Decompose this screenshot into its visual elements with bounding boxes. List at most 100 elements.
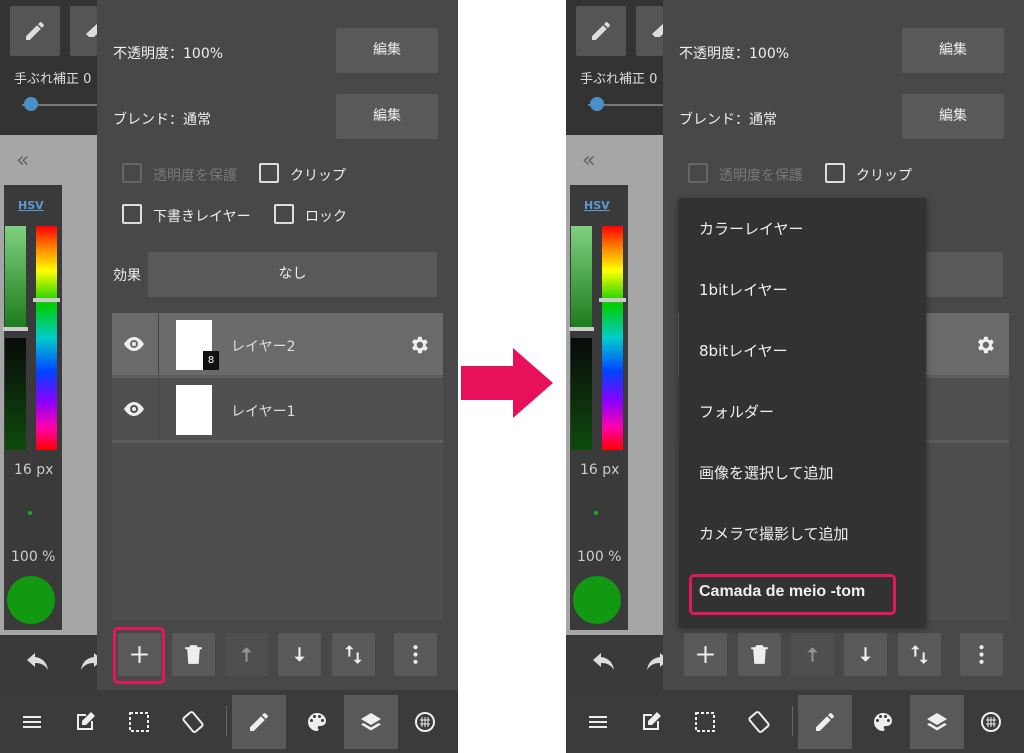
nav-snap-button[interactable] <box>398 695 452 749</box>
blend-edit-button[interactable]: 編集 <box>336 94 438 139</box>
nav-layers-button[interactable] <box>344 695 398 749</box>
opacity-edit-button[interactable]: 編集 <box>336 28 438 73</box>
menu-item-color-layer[interactable]: カラーレイヤー <box>699 218 804 239</box>
hsv-toggle[interactable]: HSV <box>18 199 44 212</box>
nav-edit-button[interactable] <box>58 695 112 749</box>
opacity-label: 不透明度：100% <box>679 46 790 62</box>
nav-layers-button[interactable] <box>910 695 964 749</box>
edit-icon <box>77 712 95 730</box>
layer-row[interactable]: 8 レイヤー2 <box>112 313 443 378</box>
saturation-bar[interactable] <box>5 226 26 329</box>
nav-pen-button[interactable] <box>232 695 286 749</box>
pen-tool-button[interactable] <box>10 6 60 56</box>
nav-selection-button[interactable] <box>678 695 732 749</box>
clip-checkbox[interactable] <box>825 163 845 183</box>
more-vertical-icon <box>413 645 418 664</box>
menu-item-add-from-image[interactable]: 画像を選択して追加 <box>699 462 834 483</box>
layer-panel: 不透明度：100% 編集 ブレンド：通常 編集 透明度を保護 クリップ 下書きレ… <box>97 0 458 690</box>
more-options-button[interactable] <box>960 633 1003 676</box>
pen-tool-button[interactable] <box>576 6 626 56</box>
protect-alpha-checkbox[interactable] <box>122 163 142 183</box>
pen-icon <box>26 21 44 40</box>
palette-icon <box>308 713 326 731</box>
layers-icon <box>361 713 381 731</box>
stabilizer-slider-knob[interactable] <box>590 97 604 111</box>
menu-item-8bit-layer[interactable]: 8bitレイヤー <box>699 340 788 361</box>
blend-label: ブレンド：通常 <box>113 112 211 128</box>
nav-palette-button[interactable] <box>856 695 910 749</box>
value-bar[interactable] <box>5 338 26 450</box>
trash-icon <box>751 645 768 664</box>
eye-icon[interactable] <box>122 401 146 417</box>
menu-icon <box>23 716 41 728</box>
hue-marker <box>33 298 60 302</box>
move-layer-down-button[interactable] <box>278 633 321 676</box>
hsv-toggle[interactable]: HSV <box>584 199 610 212</box>
menu-item-folder[interactable]: フォルダー <box>699 401 774 422</box>
eye-icon[interactable] <box>122 336 146 352</box>
saturation-bar[interactable] <box>571 226 592 329</box>
gear-icon[interactable] <box>408 334 430 356</box>
clip-checkbox[interactable] <box>259 163 279 183</box>
delete-layer-button[interactable] <box>738 633 781 676</box>
effect-label: 効果 <box>113 268 141 284</box>
layer-name: レイヤー1 <box>231 404 296 420</box>
collapse-chevron-icon[interactable]: « <box>582 148 595 173</box>
snap-icon <box>415 712 435 732</box>
clip-label: クリップ <box>290 168 346 184</box>
brush-size-label: 16 px <box>14 462 54 478</box>
add-layer-menu: カラーレイヤー 1bitレイヤー 8bitレイヤー フォルダー 画像を選択して追… <box>679 198 926 626</box>
brush-opacity-label: 100 % <box>11 549 56 565</box>
opacity-edit-button[interactable]: 編集 <box>902 28 1004 73</box>
stabilizer-slider-knob[interactable] <box>24 97 38 111</box>
blend-edit-button[interactable]: 編集 <box>902 94 1004 139</box>
plus-icon <box>697 646 714 663</box>
gear-icon[interactable] <box>974 334 996 356</box>
protect-alpha-checkbox[interactable] <box>688 163 708 183</box>
nav-menu-button[interactable] <box>5 695 59 749</box>
nav-snap-button[interactable] <box>964 695 1018 749</box>
pen-icon <box>592 21 610 40</box>
move-layer-up-button[interactable] <box>225 633 268 676</box>
hue-bar[interactable] <box>602 226 623 450</box>
delete-layer-button[interactable] <box>172 633 215 676</box>
eraser-icon <box>652 23 663 37</box>
protect-alpha-label: 透明度を保護 <box>153 168 237 184</box>
nav-rotate-button[interactable] <box>732 695 786 749</box>
nav-pen-button[interactable] <box>798 695 852 749</box>
effect-select[interactable]: なし <box>148 252 437 297</box>
collapse-chevron-icon[interactable]: « <box>16 148 29 173</box>
nav-edit-button[interactable] <box>624 695 678 749</box>
highlight-box <box>113 627 165 684</box>
menu-item-1bit-layer[interactable]: 1bitレイヤー <box>699 279 788 300</box>
eraser-tool-button[interactable] <box>70 6 97 56</box>
value-bar[interactable] <box>571 338 592 450</box>
edit-icon <box>643 712 661 730</box>
draft-layer-checkbox[interactable] <box>122 204 142 224</box>
add-layer-button[interactable] <box>684 633 727 676</box>
more-options-button[interactable] <box>394 633 437 676</box>
layer-row[interactable]: レイヤー1 <box>112 378 443 443</box>
merge-layer-button[interactable] <box>332 633 375 676</box>
current-color-swatch[interactable] <box>573 576 621 624</box>
nav-palette-button[interactable] <box>290 695 344 749</box>
current-color-swatch[interactable] <box>7 576 55 624</box>
undo-icon[interactable] <box>25 653 51 673</box>
undo-icon[interactable] <box>591 653 617 673</box>
highlight-box <box>689 574 896 615</box>
layer-depth-badge: 8 <box>203 351 219 370</box>
move-layer-up-button[interactable] <box>791 633 834 676</box>
lock-checkbox[interactable] <box>274 204 294 224</box>
move-layer-down-button[interactable] <box>844 633 887 676</box>
saturation-marker <box>3 327 28 331</box>
rotate-icon <box>182 711 204 733</box>
pen-icon <box>250 712 268 731</box>
nav-selection-button[interactable] <box>112 695 166 749</box>
menu-item-add-from-camera[interactable]: カメラで撮影して追加 <box>699 523 849 544</box>
hue-bar[interactable] <box>36 226 57 450</box>
eraser-tool-button[interactable] <box>636 6 663 56</box>
stabilizer-text: 手ぶれ補正 <box>580 72 646 87</box>
nav-rotate-button[interactable] <box>166 695 220 749</box>
merge-layer-button[interactable] <box>898 633 941 676</box>
nav-menu-button[interactable] <box>571 695 625 749</box>
